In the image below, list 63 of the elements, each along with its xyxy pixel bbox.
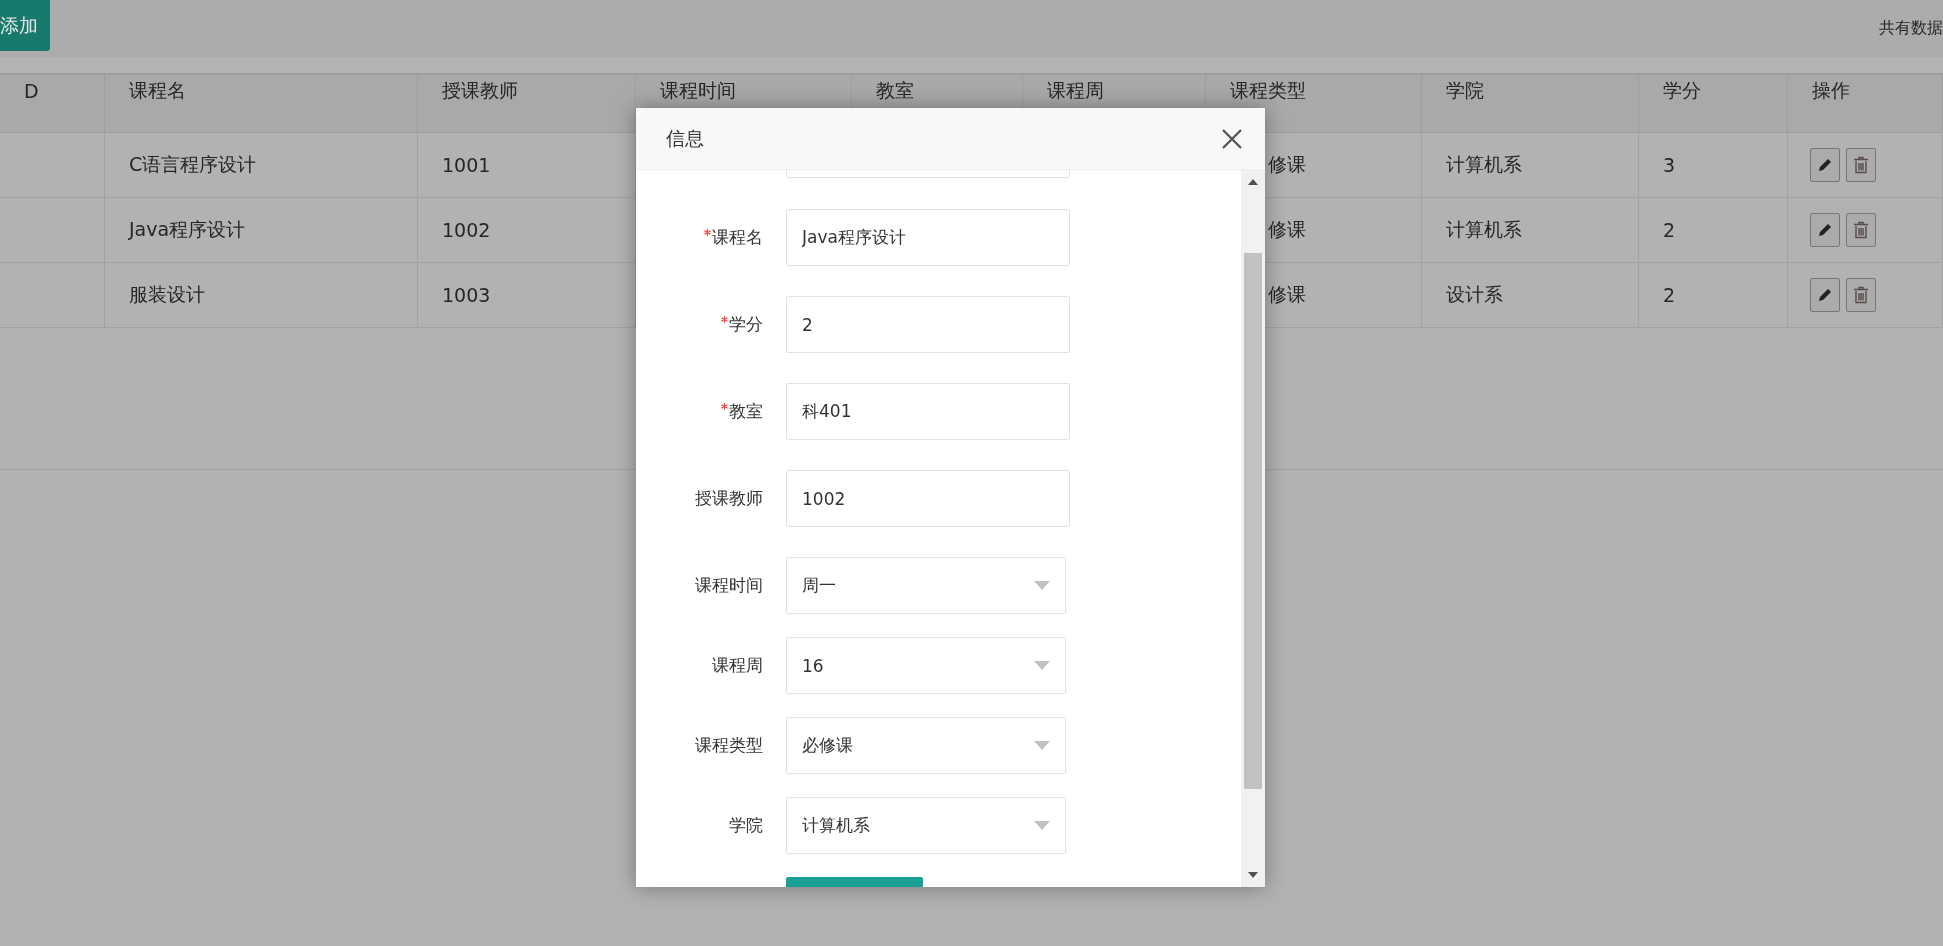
text-field[interactable]: 1002: [786, 470, 1070, 527]
column-header: 学分: [1662, 77, 1701, 103]
table-cell-text: 服装设计: [128, 282, 205, 307]
column-header: 操作: [1811, 77, 1850, 103]
field-label: 课程周: [712, 654, 763, 677]
column-header: 教室: [875, 77, 914, 103]
table-cell-text: Java程序设计: [127, 217, 246, 242]
field-label: 课程时间: [695, 574, 763, 597]
table-cell-text: 设计系: [1445, 282, 1503, 307]
table-cell-text: 计算机系: [1445, 152, 1522, 177]
table-cell-text: 修课: [1267, 282, 1306, 307]
table-cell-text: 修课: [1267, 152, 1306, 177]
dropdown-field[interactable]: 必修课: [786, 717, 1066, 774]
total-count-text: 共有数据: [1879, 18, 1943, 39]
field-label: 教室: [729, 400, 763, 423]
dropdown-field[interactable]: 周一: [786, 557, 1066, 614]
dropdown-field[interactable]: 16: [786, 637, 1066, 694]
scroll-down-arrow-icon[interactable]: [1248, 872, 1258, 878]
edit-button[interactable]: [1810, 213, 1840, 247]
column-header: 课程时间: [659, 77, 736, 103]
column-header: 课程类型: [1229, 77, 1306, 103]
column-header: 授课教师: [441, 77, 518, 103]
field-label: 授课教师: [695, 487, 763, 510]
delete-button[interactable]: [1846, 213, 1876, 247]
table-cell-text: C语言程序设计: [128, 152, 257, 177]
scrollbar[interactable]: [1241, 170, 1265, 887]
table-cell-text: 2: [1662, 219, 1676, 241]
delete-button[interactable]: [1846, 278, 1876, 312]
table-cell-text: 2: [1662, 284, 1676, 306]
text-field[interactable]: 2: [786, 296, 1070, 353]
table-cell-text: 修课: [1267, 217, 1306, 242]
field-label: 课程名: [712, 226, 763, 249]
field-label: 学院: [729, 814, 763, 837]
dialog-title: 信息: [666, 125, 704, 151]
dropdown-caret-icon: [1034, 741, 1050, 750]
edit-button[interactable]: [1810, 148, 1840, 182]
column-header: D: [23, 79, 39, 102]
pencil-icon: [1817, 222, 1833, 238]
pencil-icon: [1817, 287, 1833, 303]
close-button[interactable]: [1221, 127, 1243, 150]
scroll-up-arrow-icon[interactable]: [1248, 179, 1258, 185]
table-cell-text: 计算机系: [1445, 217, 1522, 242]
column-header: 课程名: [128, 77, 186, 103]
add-button[interactable]: 添加: [0, 0, 50, 51]
trash-icon: [1853, 221, 1869, 239]
field-label: 课程类型: [695, 734, 763, 757]
text-field[interactable]: 科401: [786, 383, 1070, 440]
table-cell-text: 3: [1662, 154, 1676, 176]
table-cell-text: 1003: [441, 284, 491, 306]
delete-button[interactable]: [1846, 148, 1876, 182]
trash-icon: [1853, 286, 1869, 304]
pencil-icon: [1817, 157, 1833, 173]
dropdown-caret-icon: [1034, 581, 1050, 590]
dropdown-caret-icon: [1034, 821, 1050, 830]
table-cell-text: 1002: [441, 219, 491, 241]
dropdown-caret-icon: [1034, 661, 1050, 670]
column-header: 课程周: [1046, 77, 1104, 103]
edit-button[interactable]: [1810, 278, 1840, 312]
column-header: 学院: [1445, 77, 1484, 103]
trash-icon: [1853, 156, 1869, 174]
field-label: 学分: [729, 313, 763, 336]
table-cell-text: 1001: [441, 154, 491, 176]
dropdown-field[interactable]: 计算机系: [786, 797, 1066, 854]
